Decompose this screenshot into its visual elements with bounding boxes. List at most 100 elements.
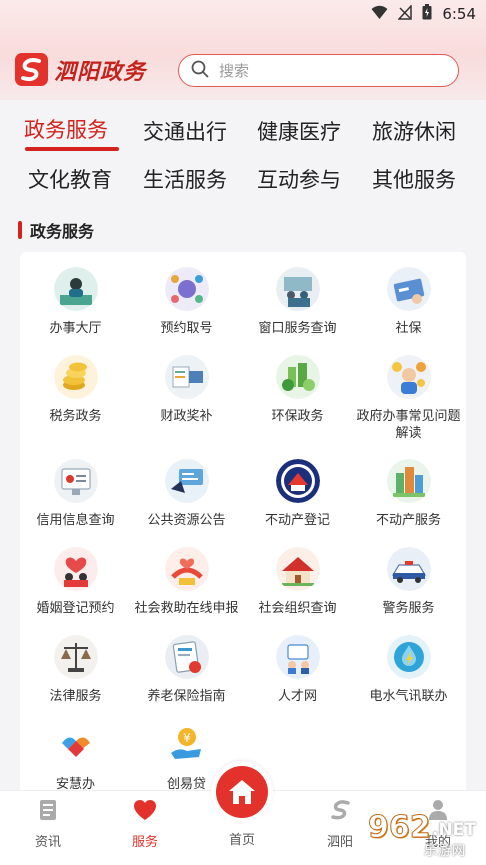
home-icon xyxy=(216,766,268,818)
social-aid-icon xyxy=(164,547,209,591)
tab-home-label-wrap: 首页 xyxy=(212,823,272,848)
service-item-public-resource[interactable]: 公共资源公告 xyxy=(131,459,242,529)
police-car-icon xyxy=(386,547,431,591)
service-item-tax[interactable]: 税务政务 xyxy=(20,355,131,425)
service-label: 社会组织查询 xyxy=(258,601,337,616)
service-label: 社会救助在线申报 xyxy=(134,601,239,616)
service-label: 婚姻登记预约 xyxy=(36,601,115,616)
service-label: 养老保险指南 xyxy=(147,689,226,704)
service-label: 人才网 xyxy=(277,689,317,704)
section-accent-bar xyxy=(18,221,22,239)
service-label: 窗口服务查询 xyxy=(258,321,337,336)
service-item-social-security[interactable]: 社保 xyxy=(353,267,464,337)
service-item-police[interactable]: 警务服务 xyxy=(353,547,464,617)
watermark-main: 962 xyxy=(368,810,432,846)
service-label: 办事大厅 xyxy=(49,321,102,336)
tab-label: 首页 xyxy=(228,833,255,848)
service-label: 警务服务 xyxy=(382,601,435,616)
app-logo: 泗阳政务 xyxy=(15,53,146,86)
no-signal-icon xyxy=(397,3,413,24)
status-bar: 6:54 xyxy=(0,0,486,28)
service-item-anhui-ban[interactable]: 安慧办 xyxy=(20,723,131,793)
news-icon xyxy=(37,799,59,825)
service-item-real-estate-service[interactable]: 不动产服务 xyxy=(353,459,464,529)
tab-label: 资讯 xyxy=(34,835,61,850)
social-organization-icon xyxy=(275,547,320,591)
category-tab-tourism[interactable]: 旅游休闲 xyxy=(372,116,456,146)
loan-icon: ¥ xyxy=(164,723,209,767)
service-label: 环保政务 xyxy=(271,409,324,424)
tab-label: 服务 xyxy=(131,835,158,850)
watermark-sub: 乐游网 xyxy=(424,844,467,859)
service-label: 预约取号 xyxy=(160,321,213,336)
heart-icon xyxy=(133,799,157,825)
search-icon xyxy=(191,60,209,82)
credit-info-icon xyxy=(53,459,98,503)
real-estate-buildings-icon xyxy=(386,459,431,503)
svg-text:¥: ¥ xyxy=(183,731,191,745)
service-label: 不动产登记 xyxy=(264,513,330,528)
service-item-talent-network[interactable]: 人才网 xyxy=(242,635,353,705)
service-item-window-service[interactable]: 窗口服务查询 xyxy=(242,267,353,337)
service-label: 财政奖补 xyxy=(160,409,213,424)
service-item-social-organization[interactable]: 社会组织查询 xyxy=(242,547,353,617)
service-item-credit-info[interactable]: 信用信息查询 xyxy=(20,459,131,529)
talent-network-icon xyxy=(275,635,320,679)
category-tab-culture-education[interactable]: 文化教育 xyxy=(28,164,112,194)
main-content: 政务服务 交通出行 健康医疗 旅游休闲 文化教育 生活服务 互动参与 其他服务 … xyxy=(0,100,486,812)
social-security-card-icon xyxy=(386,267,431,311)
real-estate-seal-icon xyxy=(275,459,320,503)
service-item-pension[interactable]: 养老保险指南 xyxy=(131,635,242,705)
wifi-icon xyxy=(371,5,388,24)
queue-number-icon xyxy=(164,267,209,311)
service-label: 社保 xyxy=(395,321,422,336)
utilities-icon xyxy=(386,635,431,679)
search-bar[interactable]: 搜索 xyxy=(178,54,459,87)
category-tabs: 政务服务 交通出行 健康医疗 旅游休闲 文化教育 生活服务 互动参与 其他服务 xyxy=(0,100,486,210)
category-tab-life-services[interactable]: 生活服务 xyxy=(143,164,227,194)
tab-services[interactable]: 服务 xyxy=(115,799,175,850)
status-clock: 6:54 xyxy=(442,5,476,23)
category-active-underline xyxy=(25,147,119,151)
home-button[interactable] xyxy=(211,761,273,823)
search-placeholder: 搜索 xyxy=(219,62,250,80)
category-tab-gov-services[interactable]: 政务服务 xyxy=(24,114,108,144)
marriage-registration-icon xyxy=(53,547,98,591)
tax-coins-icon xyxy=(53,355,98,399)
service-label: 法律服务 xyxy=(49,689,102,704)
service-item-finance-subsidy[interactable]: 财政奖补 xyxy=(131,355,242,425)
pension-insurance-icon xyxy=(164,635,209,679)
service-item-real-estate-registration[interactable]: 不动产登记 xyxy=(242,459,353,529)
finance-subsidy-icon xyxy=(164,355,209,399)
service-item-queue-number[interactable]: 预约取号 xyxy=(131,267,242,337)
category-tab-other[interactable]: 其他服务 xyxy=(372,164,456,194)
service-item-legal[interactable]: 法律服务 xyxy=(20,635,131,705)
service-item-office-hall[interactable]: 办事大厅 xyxy=(20,267,131,337)
service-label: 电水气讯联办 xyxy=(369,689,448,704)
public-resource-icon xyxy=(164,459,209,503)
site-watermark: 962 .NET 乐游网 xyxy=(348,808,483,860)
office-hall-icon xyxy=(53,267,98,311)
battery-icon xyxy=(422,4,432,24)
environment-icon xyxy=(275,355,320,399)
tab-news[interactable]: 资讯 xyxy=(18,799,78,850)
service-label: 信用信息查询 xyxy=(36,513,115,528)
service-item-social-aid[interactable]: 社会救助在线申报 xyxy=(131,547,242,617)
app-name: 泗阳政务 xyxy=(54,58,147,85)
section-title: 政务服务 xyxy=(30,222,95,241)
section-header: 政务服务 xyxy=(18,218,94,242)
service-item-faq[interactable]: 政府办事常见问题解读 xyxy=(353,355,464,442)
service-item-marriage-registration[interactable]: 婚姻登记预约 xyxy=(20,547,131,617)
window-service-icon xyxy=(275,267,320,311)
services-card: 办事大厅 预约取号 窗口服务查询 社保 税务政务 财政奖补 环保政务 政府办事常… xyxy=(20,252,466,812)
siyang-logo-icon xyxy=(15,53,48,86)
category-tab-interaction[interactable]: 互动参与 xyxy=(257,164,341,194)
service-item-utilities[interactable]: 电水气讯联办 xyxy=(353,635,464,705)
law-scale-icon xyxy=(53,635,98,679)
service-item-environment[interactable]: 环保政务 xyxy=(242,355,353,425)
watermark-suffix: .NET xyxy=(432,820,476,840)
category-tab-transport[interactable]: 交通出行 xyxy=(143,116,227,146)
service-label: 公共资源公告 xyxy=(147,513,226,528)
service-label: 政府办事常见问题解读 xyxy=(356,409,461,441)
category-tab-health[interactable]: 健康医疗 xyxy=(257,116,341,146)
